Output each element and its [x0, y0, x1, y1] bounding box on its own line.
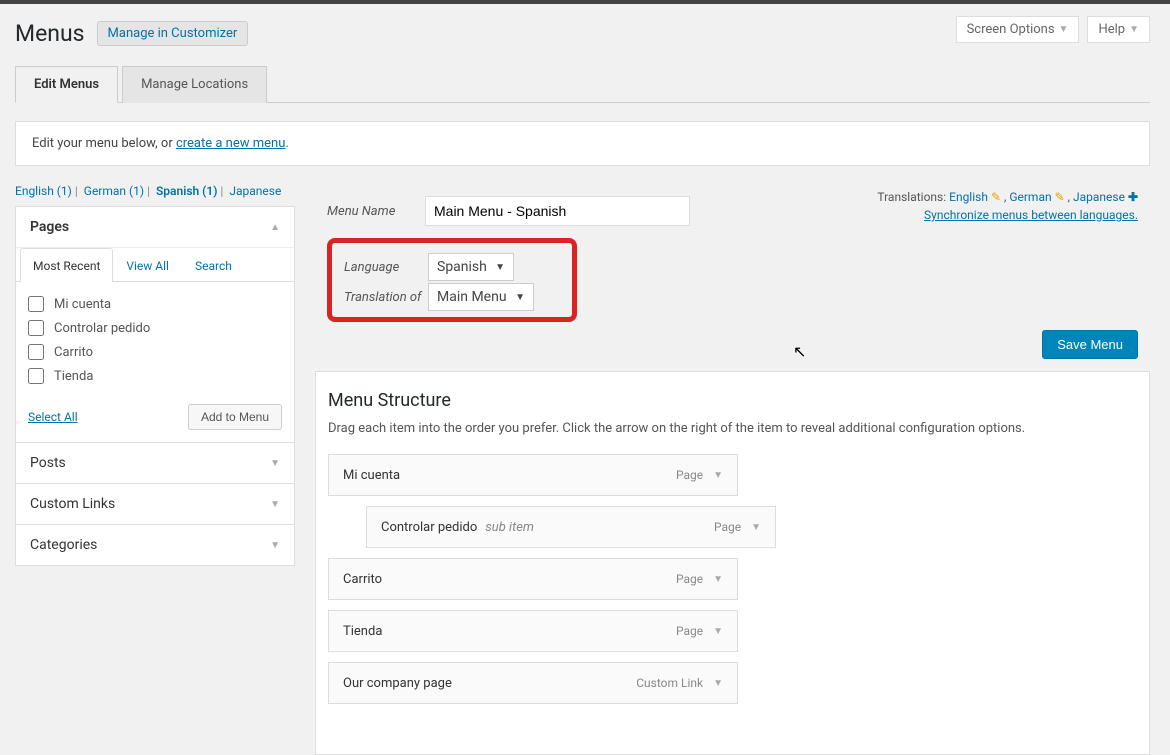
postbox-posts-title: Posts [30, 455, 66, 471]
page-item-label: Controlar pedido [54, 321, 150, 336]
tab-manage-locations[interactable]: Manage Locations [122, 66, 267, 103]
chevron-down-icon[interactable]: ▼ [713, 626, 723, 637]
postbox-categories-title: Categories [30, 537, 97, 553]
postbox-pages-title: Pages [30, 219, 69, 235]
menu-item[interactable]: Controlar pedido sub item Page ▼ [366, 506, 776, 548]
translation-of-value: Main Menu [437, 289, 507, 305]
notice-text: Edit your menu below, or [32, 136, 176, 151]
chevron-down-icon: ▼ [515, 292, 525, 303]
plus-icon[interactable]: ✚ [1128, 190, 1138, 204]
menu-structure-title: Menu Structure [328, 390, 1137, 411]
menu-item-type: Page [676, 468, 703, 482]
lang-german[interactable]: German (1) [84, 184, 144, 198]
help-toggle[interactable]: Help ▼ [1087, 16, 1150, 43]
language-label: Language [344, 253, 426, 281]
menu-name-label: Menu Name [327, 198, 409, 225]
postbox-posts-toggle[interactable]: Posts ▼ [16, 443, 294, 483]
translation-of-select[interactable]: Main Menu ▼ [428, 283, 534, 311]
menu-name-input[interactable] [425, 196, 690, 226]
menu-item-type: Custom Link [636, 676, 703, 690]
save-menu-button[interactable]: Save Menu [1042, 330, 1138, 359]
chevron-down-icon[interactable]: ▼ [713, 678, 723, 689]
translations-label: Translations: [877, 190, 946, 204]
menu-item[interactable]: Tienda Page ▼ [328, 610, 738, 652]
manage-in-customizer-link[interactable]: Manage in Customizer [97, 21, 249, 46]
page-checkbox-item: Controlar pedido [28, 316, 282, 340]
language-value: Spanish [437, 259, 487, 275]
chevron-down-icon: ▼ [1129, 24, 1139, 35]
menu-structure-description: Drag each item into the order you prefer… [328, 421, 1137, 436]
chevron-down-icon: ▼ [1059, 24, 1069, 35]
page-checkbox[interactable] [28, 368, 44, 384]
menu-item-label: Tienda [343, 624, 382, 639]
page-title: Menus [15, 20, 85, 47]
chevron-down-icon: ▼ [270, 540, 280, 551]
language-settings-highlight: Language Spanish ▼ Translation of [327, 238, 577, 322]
postbox-categories-toggle[interactable]: Categories ▼ [16, 525, 294, 565]
help-label: Help [1098, 22, 1125, 37]
menu-item[interactable]: Mi cuenta Page ▼ [328, 454, 738, 496]
tab-edit-menus[interactable]: Edit Menus [15, 66, 118, 103]
page-checkbox[interactable] [28, 344, 44, 360]
page-checkbox-item: Mi cuenta [28, 292, 282, 316]
menu-item-label: Controlar pedido [381, 520, 477, 535]
chevron-down-icon: ▼ [270, 458, 280, 469]
menu-item-label: Our company page [343, 676, 452, 691]
inner-tab-search[interactable]: Search [182, 248, 245, 282]
inner-tab-view-all[interactable]: View All [113, 248, 182, 282]
page-checkbox-item: Carrito [28, 340, 282, 364]
page-checkbox[interactable] [28, 296, 44, 312]
chevron-down-icon[interactable]: ▼ [751, 522, 761, 533]
chevron-down-icon: ▼ [495, 262, 505, 273]
translation-japanese-link[interactable]: Japanese [1073, 190, 1125, 204]
pencil-icon[interactable]: ✎ [991, 190, 1001, 204]
select-all-link[interactable]: Select All [28, 410, 78, 424]
sub-item-tag: sub item [485, 520, 534, 535]
translation-german-link[interactable]: German [1009, 190, 1051, 204]
nav-tabs: Edit Menus Manage Locations [15, 65, 1150, 103]
menu-item-type: Page [714, 520, 741, 534]
edit-menu-notice: Edit your menu below, or create a new me… [15, 121, 1150, 166]
chevron-down-icon[interactable]: ▼ [713, 470, 723, 481]
page-item-label: Tienda [54, 369, 93, 384]
menu-item[interactable]: Our company page Custom Link ▼ [328, 662, 738, 704]
page-checkbox[interactable] [28, 320, 44, 336]
menu-structure-panel: Menu Structure Drag each item into the o… [315, 371, 1150, 755]
lang-spanish[interactable]: Spanish (1) [156, 184, 217, 198]
pencil-icon[interactable]: ✎ [1055, 190, 1065, 204]
translation-english-link[interactable]: English [949, 190, 988, 204]
page-checkbox-item: Tienda [28, 364, 282, 388]
menu-item-label: Mi cuenta [343, 468, 400, 483]
postbox-custom-links-title: Custom Links [30, 496, 115, 512]
page-item-label: Mi cuenta [54, 297, 111, 312]
translations-panel: Translations: English ✎ , German ✎ , Jap… [877, 190, 1138, 222]
chevron-down-icon[interactable]: ▼ [713, 574, 723, 585]
postbox-pages-toggle[interactable]: Pages ▲ [16, 207, 294, 247]
menu-item-type: Page [676, 624, 703, 638]
postbox-custom-links-toggle[interactable]: Custom Links ▼ [16, 484, 294, 524]
inner-tab-most-recent[interactable]: Most Recent [20, 248, 113, 282]
sync-menus-link[interactable]: Synchronize menus between languages. [924, 208, 1138, 222]
screen-options-toggle[interactable]: Screen Options ▼ [956, 16, 1080, 43]
menu-item[interactable]: Carrito Page ▼ [328, 558, 738, 600]
add-to-menu-button[interactable]: Add to Menu [188, 404, 282, 430]
postbox-custom-links: Custom Links ▼ [15, 483, 295, 525]
postbox-categories: Categories ▼ [15, 524, 295, 566]
language-filter: English (1)| German (1)| Spanish (1)| Ja… [15, 184, 295, 198]
postbox-posts: Posts ▼ [15, 442, 295, 484]
lang-japanese[interactable]: Japanese [229, 184, 281, 198]
page-item-label: Carrito [54, 345, 93, 360]
postbox-pages: Pages ▲ Most Recent View All Search Mi c… [15, 206, 295, 443]
menu-item-type: Page [676, 572, 703, 586]
language-select[interactable]: Spanish ▼ [428, 253, 514, 281]
lang-english[interactable]: English (1) [15, 184, 72, 198]
chevron-down-icon: ▼ [270, 499, 280, 510]
create-new-menu-link[interactable]: create a new menu [176, 136, 285, 151]
translation-of-label: Translation of [344, 283, 426, 311]
screen-options-label: Screen Options [967, 22, 1055, 37]
chevron-up-icon: ▲ [270, 222, 280, 233]
menu-item-label: Carrito [343, 572, 382, 587]
